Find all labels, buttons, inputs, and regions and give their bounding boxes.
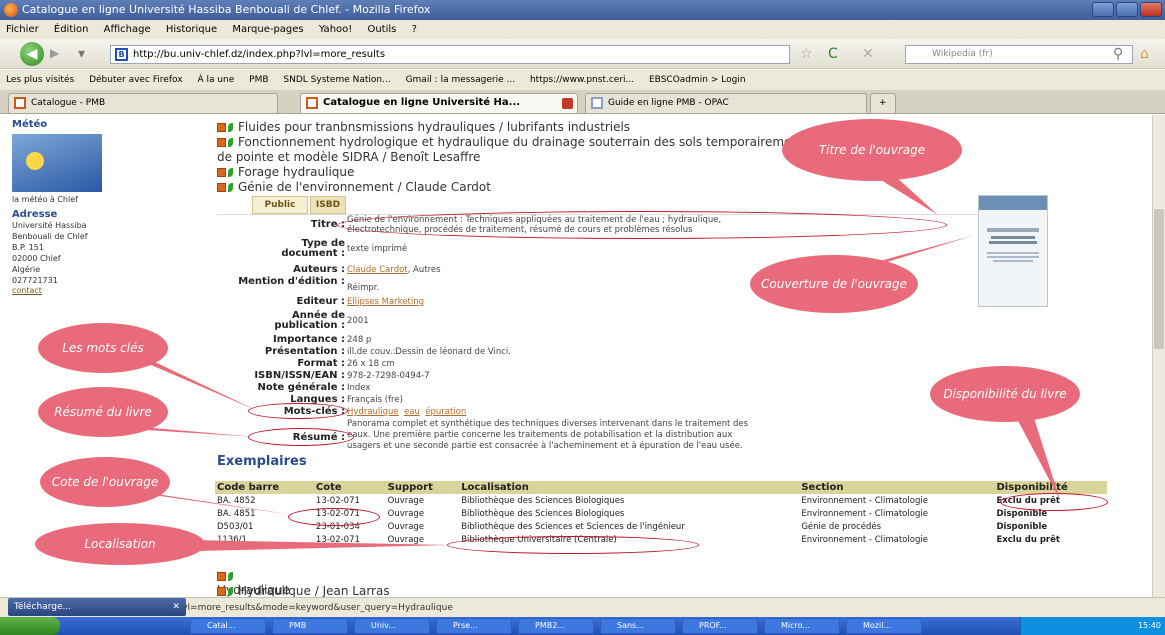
home-icon[interactable]: ⌂ [1140, 46, 1149, 62]
annotation-titre: Titre de l'ouvrage [782, 119, 962, 181]
bookmark-gmail[interactable]: Gmail : la messagerie ... [406, 75, 516, 85]
new-tab-button[interactable]: + [870, 93, 896, 113]
menu-fichier[interactable]: Fichier [6, 24, 39, 35]
navigation-toolbar: ◀ ▶ ▾ B http://bu.univ-chlef.dz/index.ph… [0, 39, 1165, 69]
back-button[interactable]: ◀ [20, 42, 44, 66]
bookmark-ebsco[interactable]: EBSCOadmin > Login [649, 75, 746, 85]
bookmark-most-visited[interactable]: Les plus visités [6, 75, 74, 85]
taskbar-item[interactable]: PMB2... [518, 618, 594, 634]
taskbar-item[interactable]: PMB [272, 618, 348, 634]
status-text: c?lvl=more_results&mode=keyword&user_que… [170, 603, 453, 613]
system-tray: 15:40 [1020, 617, 1165, 635]
search-magnifier-icon[interactable]: ⚲ [1113, 46, 1123, 62]
close-download-icon[interactable]: ✕ [172, 598, 180, 616]
taskbar-item[interactable]: Univ... [354, 618, 430, 634]
menu-yahoo[interactable]: Yahoo! [319, 24, 352, 35]
annotation-resume: Résumé du livre [38, 387, 168, 437]
taskbar-item[interactable]: Prse... [436, 618, 512, 634]
tab-label: Catalogue - PMB [31, 98, 106, 108]
pmb-tab-icon [306, 97, 318, 109]
url-text: http://bu.univ-chlef.dz/index.php?lvl=mo… [133, 49, 386, 60]
bookmarks-toolbar: Les plus visités Débuter avec Firefox À … [0, 70, 1165, 90]
vertical-scrollbar[interactable] [1152, 115, 1165, 597]
download-label: Télécharge... [14, 602, 72, 612]
download-notification[interactable]: Télécharge... ✕ [8, 598, 186, 616]
tab-label: Guide en ligne PMB - OPAC [608, 98, 729, 108]
annotation-disponibilite: Disponibilité du livre [930, 366, 1080, 422]
close-tab-icon[interactable] [562, 98, 573, 109]
pmb-tab-icon [14, 97, 26, 109]
stop-icon[interactable]: ✕ [862, 46, 874, 62]
menu-bar: Fichier Édition Affichage Historique Mar… [0, 20, 1165, 39]
tab-label: Catalogue en ligne Université Ha... [323, 97, 521, 108]
bookmark-pnst[interactable]: https://www.pnst.ceri... [530, 75, 634, 85]
scrollbar-thumb[interactable] [1154, 209, 1164, 349]
annotation-localisation: Localisation [35, 523, 205, 565]
taskbar-item[interactable]: PROF... [682, 618, 758, 634]
forward-button[interactable]: ▶ [50, 46, 68, 62]
firefox-icon [4, 3, 18, 17]
reload-icon[interactable]: C [828, 46, 838, 62]
bookmark-getting-started[interactable]: Débuter avec Firefox [89, 75, 183, 85]
page-tab-icon [591, 97, 603, 109]
taskbar-item[interactable]: Catal... [190, 618, 266, 634]
menu-historique[interactable]: Historique [166, 24, 217, 35]
taskbar-item[interactable]: Sans... [600, 618, 676, 634]
search-placeholder: Wikipedia (fr) [932, 49, 993, 59]
menu-edition[interactable]: Édition [54, 24, 89, 35]
window-titlebar: Catalogue en ligne Université Hassiba Be… [0, 0, 1165, 20]
minimize-button[interactable] [1092, 2, 1114, 17]
taskbar-item[interactable]: Micro... [764, 618, 840, 634]
maximize-button[interactable] [1116, 2, 1138, 17]
pmb-favicon-icon: B [115, 48, 128, 61]
clock: 15:40 [1137, 621, 1161, 630]
search-input[interactable]: Wikipedia (fr) [905, 45, 1133, 64]
annotation-cote: Cote de l'ouvrage [40, 457, 170, 507]
window-title: Catalogue en ligne Université Hassiba Be… [22, 3, 431, 16]
bookmark-a-la-une[interactable]: À la une [197, 75, 234, 85]
menu-outils[interactable]: Outils [367, 24, 396, 35]
bookmark-pmb[interactable]: PMB [249, 75, 268, 85]
history-dropdown-icon[interactable]: ▾ [78, 46, 85, 62]
annotation-mots-cles: Les mots clés [38, 323, 168, 373]
annotation-couverture: Couverture de l'ouvrage [750, 255, 918, 313]
tab-catalogue-en-ligne[interactable]: Catalogue en ligne Université Ha... [300, 93, 578, 113]
menu-aide[interactable]: ? [412, 24, 417, 35]
url-bar[interactable]: B http://bu.univ-chlef.dz/index.php?lvl=… [110, 45, 790, 64]
menu-affichage[interactable]: Affichage [104, 24, 151, 35]
page-content: Météo la météo à Chlef Adresse Universit… [0, 115, 1152, 597]
windows-taskbar: Catal... PMB Univ... Prse... PMB2... San… [0, 617, 1165, 635]
menu-marque-pages[interactable]: Marque-pages [232, 24, 303, 35]
taskbar-item[interactable]: Mozil... [846, 618, 922, 634]
tab-strip: Catalogue - PMB Catalogue en ligne Unive… [0, 90, 1165, 114]
annotation-pointers [118, 155, 1060, 551]
close-window-button[interactable] [1140, 2, 1162, 17]
tab-catalogue-pmb[interactable]: Catalogue - PMB [8, 93, 278, 113]
start-button[interactable] [0, 617, 60, 635]
bookmark-star-icon[interactable]: ☆ [800, 46, 813, 62]
tab-guide-pmb[interactable]: Guide en ligne PMB - OPAC [585, 93, 867, 113]
bookmark-sndl[interactable]: SNDL Systeme Nation... [283, 75, 390, 85]
